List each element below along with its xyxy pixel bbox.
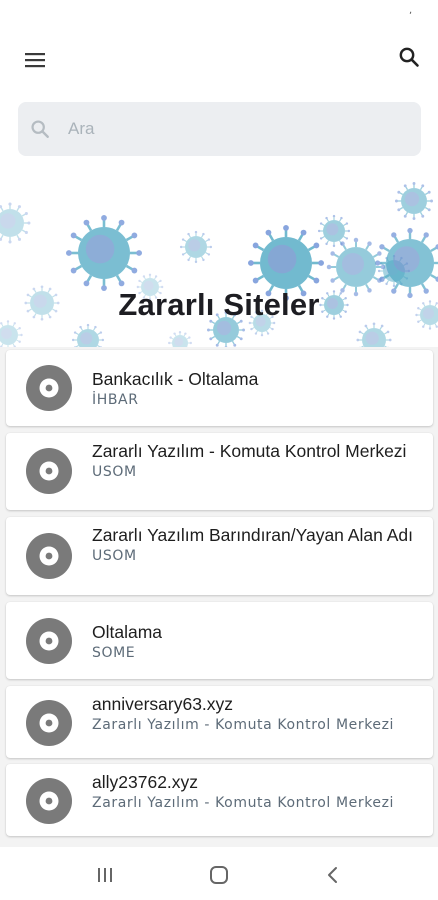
page-title: Zararlı Siteler [118, 287, 320, 322]
app-bar [0, 36, 438, 84]
site-list: Bankacılık - Oltalama İHBAR Zararlı Yazı… [0, 347, 438, 847]
search-icon[interactable] [394, 42, 424, 72]
item-title: ally23762.xyz [92, 772, 199, 792]
system-nav-bar [0, 848, 438, 900]
item-subtitle: Zararlı Yazılım - Komuta Kontrol Merkezi [92, 717, 395, 733]
hamburger-menu-icon[interactable] [20, 46, 50, 74]
search-input[interactable] [68, 119, 368, 139]
item-subtitle: USOM [92, 464, 137, 480]
item-subtitle: SOME [92, 645, 136, 661]
item-subtitle: USOM [92, 548, 137, 564]
search-bar[interactable] [18, 102, 421, 156]
virus-illustration [0, 182, 438, 350]
disc-icon [26, 618, 72, 664]
item-title: Zararlı Yazılım Barındıran/Yayan Alan Ad… [92, 525, 413, 545]
recent-apps-icon[interactable] [90, 862, 120, 888]
item-title: Bankacılık - Oltalama [92, 369, 259, 389]
home-icon[interactable] [204, 862, 234, 888]
item-title: Oltalama [92, 622, 163, 642]
item-title: Zararlı Yazılım - Komuta Kontrol Merkezi [92, 441, 407, 461]
list-item[interactable]: Zararlı Yazılım Barındıran/Yayan Alan Ad… [6, 517, 433, 595]
status-bar: ʼ [0, 0, 438, 30]
disc-icon [26, 778, 72, 824]
item-subtitle: İHBAR [92, 392, 139, 408]
back-icon[interactable] [318, 862, 348, 888]
list-item[interactable]: Bankacılık - Oltalama İHBAR [6, 350, 433, 426]
list-item[interactable]: anniversary63.xyz Zararlı Yazılım - Komu… [6, 686, 433, 758]
disc-icon [26, 533, 72, 579]
list-item[interactable]: ally23762.xyz Zararlı Yazılım - Komuta K… [6, 764, 433, 836]
list-item[interactable]: Zararlı Yazılım - Komuta Kontrol Merkezi… [6, 433, 433, 510]
banner: Zararlı Siteler [0, 175, 438, 350]
disc-icon [26, 700, 72, 746]
item-title: anniversary63.xyz [92, 694, 234, 714]
list-item[interactable]: Oltalama SOME [6, 602, 433, 679]
item-subtitle: Zararlı Yazılım - Komuta Kontrol Merkezi [92, 795, 395, 811]
status-indicator: ʼ [408, 11, 412, 22]
disc-icon [26, 365, 72, 411]
search-field-icon [30, 118, 52, 140]
disc-icon [26, 448, 72, 494]
